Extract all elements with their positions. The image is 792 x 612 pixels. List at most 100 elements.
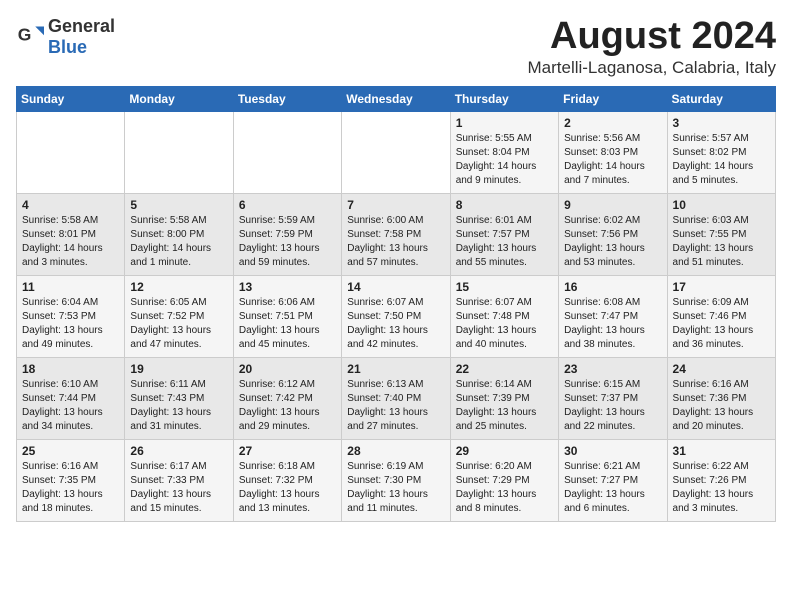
calendar-cell: 1 Sunrise: 5:55 AM Sunset: 8:04 PM Daylig… xyxy=(450,111,558,193)
calendar-cell: 10Sunrise: 6:03 AM Sunset: 7:55 PM Dayli… xyxy=(667,193,775,275)
day-number: 4 xyxy=(22,198,119,212)
location-title: Martelli-Laganosa, Calabria, Italy xyxy=(527,58,776,78)
day-number: 19 xyxy=(130,362,227,376)
calendar-body: 1 Sunrise: 5:55 AM Sunset: 8:04 PM Daylig… xyxy=(17,111,776,521)
calendar-cell: 29Sunrise: 6:20 AM Sunset: 7:29 PM Dayli… xyxy=(450,439,558,521)
day-number: 2 xyxy=(564,116,661,130)
day-number: 20 xyxy=(239,362,336,376)
column-header-friday: Friday xyxy=(559,86,667,111)
day-info: Sunrise: 6:20 AM Sunset: 7:29 PM Dayligh… xyxy=(456,460,553,516)
day-info: Sunrise: 6:19 AM Sunset: 7:30 PM Dayligh… xyxy=(347,460,444,516)
day-info: Sunrise: 6:07 AM Sunset: 7:50 PM Dayligh… xyxy=(347,296,444,352)
day-number: 14 xyxy=(347,280,444,294)
day-info: Sunrise: 6:12 AM Sunset: 7:42 PM Dayligh… xyxy=(239,378,336,434)
calendar-cell: 21Sunrise: 6:13 AM Sunset: 7:40 PM Dayli… xyxy=(342,357,450,439)
page-header: G General Blue August 2024 Martelli-Laga… xyxy=(16,16,776,78)
calendar-week-5: 25 Sunrise: 6:16 AM Sunset: 7:35 PM Dayli… xyxy=(17,439,776,521)
day-number: 18 xyxy=(22,362,119,376)
day-info: Sunrise: 6:18 AM Sunset: 7:32 PM Dayligh… xyxy=(239,460,336,516)
day-info: Sunrise: 6:00 AM Sunset: 7:58 PM Dayligh… xyxy=(347,214,444,270)
calendar-cell: 16 Sunrise: 6:08 AM Sunset: 7:47 PM Dayli… xyxy=(559,275,667,357)
calendar-week-1: 1 Sunrise: 5:55 AM Sunset: 8:04 PM Daylig… xyxy=(17,111,776,193)
day-info: Sunrise: 6:09 AM Sunset: 7:46 PM Dayligh… xyxy=(673,296,770,352)
day-info: Sunrise: 5:56 AM Sunset: 8:03 PM Dayligh… xyxy=(564,132,661,188)
day-info: Sunrise: 6:04 AM Sunset: 7:53 PM Dayligh… xyxy=(22,296,119,352)
day-info: Sunrise: 5:55 AM Sunset: 8:04 PM Dayligh… xyxy=(456,132,553,188)
day-number: 30 xyxy=(564,444,661,458)
column-header-wednesday: Wednesday xyxy=(342,86,450,111)
day-number: 17 xyxy=(673,280,770,294)
calendar-cell: 17 Sunrise: 6:09 AM Sunset: 7:46 PM Dayli… xyxy=(667,275,775,357)
day-info: Sunrise: 6:22 AM Sunset: 7:26 PM Dayligh… xyxy=(673,460,770,516)
day-number: 15 xyxy=(456,280,553,294)
day-number: 23 xyxy=(564,362,661,376)
day-number: 6 xyxy=(239,198,336,212)
calendar-cell: 18 Sunrise: 6:10 AM Sunset: 7:44 PM Dayli… xyxy=(17,357,125,439)
calendar-cell: 20 Sunrise: 6:12 AM Sunset: 7:42 PM Dayli… xyxy=(233,357,341,439)
logo-general: General xyxy=(48,16,115,36)
logo: G General Blue xyxy=(16,16,115,58)
day-info: Sunrise: 6:08 AM Sunset: 7:47 PM Dayligh… xyxy=(564,296,661,352)
day-info: Sunrise: 6:10 AM Sunset: 7:44 PM Dayligh… xyxy=(22,378,119,434)
calendar-cell: 5Sunrise: 5:58 AM Sunset: 8:00 PM Daylig… xyxy=(125,193,233,275)
day-number: 26 xyxy=(130,444,227,458)
calendar-cell xyxy=(125,111,233,193)
day-info: Sunrise: 6:15 AM Sunset: 7:37 PM Dayligh… xyxy=(564,378,661,434)
calendar-header-row: SundayMondayTuesdayWednesdayThursdayFrid… xyxy=(17,86,776,111)
column-header-tuesday: Tuesday xyxy=(233,86,341,111)
calendar-cell: 9Sunrise: 6:02 AM Sunset: 7:56 PM Daylig… xyxy=(559,193,667,275)
day-info: Sunrise: 6:16 AM Sunset: 7:35 PM Dayligh… xyxy=(22,460,119,516)
svg-text:G: G xyxy=(18,25,32,45)
day-number: 1 xyxy=(456,116,553,130)
calendar-cell: 14 Sunrise: 6:07 AM Sunset: 7:50 PM Dayli… xyxy=(342,275,450,357)
calendar-cell xyxy=(17,111,125,193)
calendar-cell: 7 Sunrise: 6:00 AM Sunset: 7:58 PM Daylig… xyxy=(342,193,450,275)
day-info: Sunrise: 5:58 AM Sunset: 8:01 PM Dayligh… xyxy=(22,214,119,270)
column-header-sunday: Sunday xyxy=(17,86,125,111)
day-info: Sunrise: 5:57 AM Sunset: 8:02 PM Dayligh… xyxy=(673,132,770,188)
day-info: Sunrise: 6:13 AM Sunset: 7:40 PM Dayligh… xyxy=(347,378,444,434)
day-number: 28 xyxy=(347,444,444,458)
day-number: 27 xyxy=(239,444,336,458)
calendar-week-3: 11 Sunrise: 6:04 AM Sunset: 7:53 PM Dayli… xyxy=(17,275,776,357)
column-header-monday: Monday xyxy=(125,86,233,111)
column-header-saturday: Saturday xyxy=(667,86,775,111)
logo-icon: G xyxy=(16,23,44,51)
day-info: Sunrise: 6:21 AM Sunset: 7:27 PM Dayligh… xyxy=(564,460,661,516)
calendar-cell: 23 Sunrise: 6:15 AM Sunset: 7:37 PM Dayli… xyxy=(559,357,667,439)
day-info: Sunrise: 6:17 AM Sunset: 7:33 PM Dayligh… xyxy=(130,460,227,516)
calendar-cell: 30 Sunrise: 6:21 AM Sunset: 7:27 PM Dayli… xyxy=(559,439,667,521)
day-number: 24 xyxy=(673,362,770,376)
day-info: Sunrise: 6:02 AM Sunset: 7:56 PM Dayligh… xyxy=(564,214,661,270)
calendar-cell: 22Sunrise: 6:14 AM Sunset: 7:39 PM Dayli… xyxy=(450,357,558,439)
day-info: Sunrise: 6:01 AM Sunset: 7:57 PM Dayligh… xyxy=(456,214,553,270)
day-number: 7 xyxy=(347,198,444,212)
day-number: 22 xyxy=(456,362,553,376)
calendar-cell: 26 Sunrise: 6:17 AM Sunset: 7:33 PM Dayli… xyxy=(125,439,233,521)
calendar-cell: 3 Sunrise: 5:57 AM Sunset: 8:02 PM Daylig… xyxy=(667,111,775,193)
calendar-cell: 31Sunrise: 6:22 AM Sunset: 7:26 PM Dayli… xyxy=(667,439,775,521)
calendar-week-2: 4 Sunrise: 5:58 AM Sunset: 8:01 PM Daylig… xyxy=(17,193,776,275)
calendar-week-4: 18 Sunrise: 6:10 AM Sunset: 7:44 PM Dayli… xyxy=(17,357,776,439)
calendar-cell: 19Sunrise: 6:11 AM Sunset: 7:43 PM Dayli… xyxy=(125,357,233,439)
calendar-cell: 13 Sunrise: 6:06 AM Sunset: 7:51 PM Dayli… xyxy=(233,275,341,357)
month-year-title: August 2024 xyxy=(527,16,776,58)
day-number: 11 xyxy=(22,280,119,294)
calendar-cell: 28 Sunrise: 6:19 AM Sunset: 7:30 PM Dayli… xyxy=(342,439,450,521)
day-number: 3 xyxy=(673,116,770,130)
day-info: Sunrise: 6:07 AM Sunset: 7:48 PM Dayligh… xyxy=(456,296,553,352)
calendar-cell: 2 Sunrise: 5:56 AM Sunset: 8:03 PM Daylig… xyxy=(559,111,667,193)
calendar-cell: 12 Sunrise: 6:05 AM Sunset: 7:52 PM Dayli… xyxy=(125,275,233,357)
logo-text: General Blue xyxy=(48,16,115,58)
title-area: August 2024 Martelli-Laganosa, Calabria,… xyxy=(527,16,776,78)
day-info: Sunrise: 6:05 AM Sunset: 7:52 PM Dayligh… xyxy=(130,296,227,352)
column-header-thursday: Thursday xyxy=(450,86,558,111)
calendar-cell: 27 Sunrise: 6:18 AM Sunset: 7:32 PM Dayli… xyxy=(233,439,341,521)
day-number: 13 xyxy=(239,280,336,294)
calendar-cell: 15 Sunrise: 6:07 AM Sunset: 7:48 PM Dayli… xyxy=(450,275,558,357)
day-number: 12 xyxy=(130,280,227,294)
day-number: 16 xyxy=(564,280,661,294)
calendar-cell xyxy=(233,111,341,193)
day-number: 25 xyxy=(22,444,119,458)
day-info: Sunrise: 6:06 AM Sunset: 7:51 PM Dayligh… xyxy=(239,296,336,352)
